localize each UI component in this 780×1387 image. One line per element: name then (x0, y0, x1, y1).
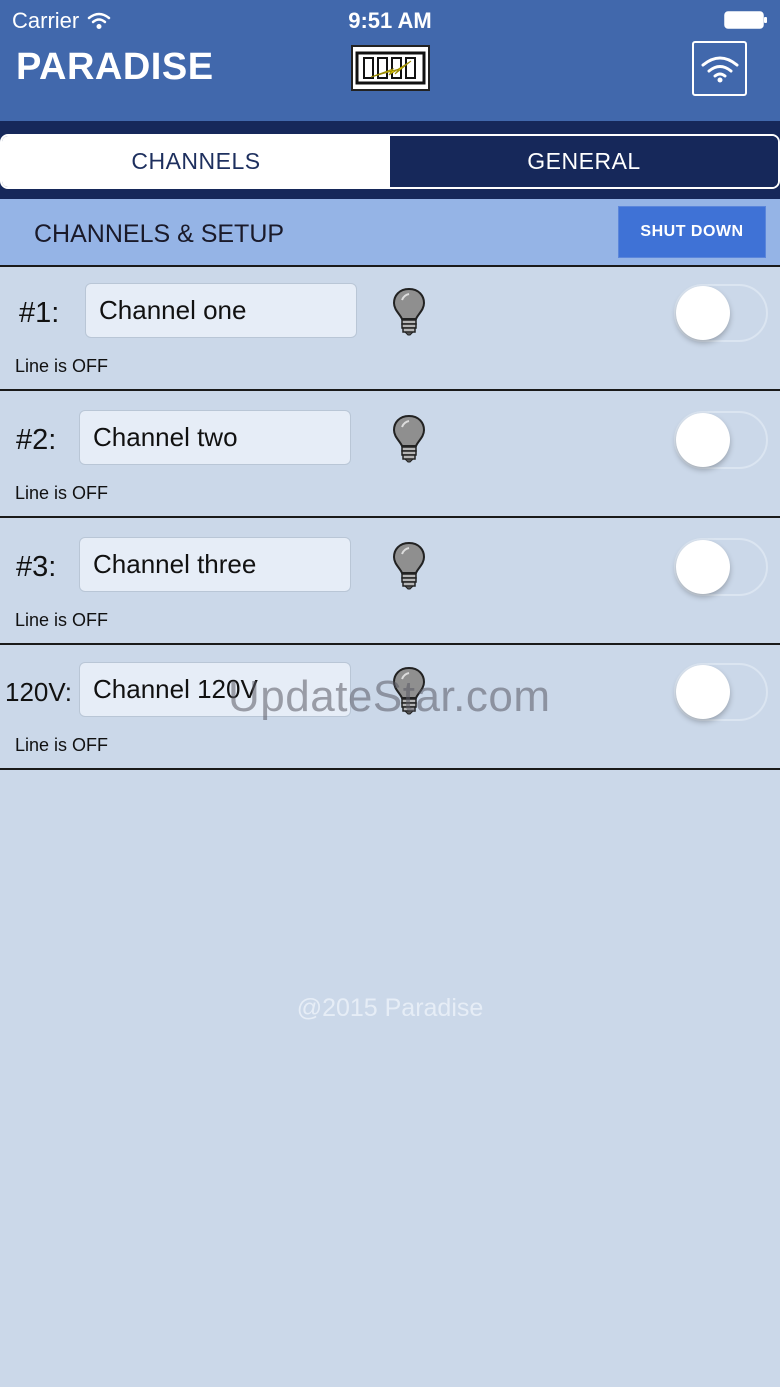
channel-toggle[interactable] (674, 538, 768, 596)
wifi-button[interactable] (692, 41, 747, 96)
channel-toggle[interactable] (674, 284, 768, 342)
toggle-knob (676, 286, 730, 340)
segmented-control: CHANNELS GENERAL (0, 134, 780, 189)
channel-number: 120V: (5, 677, 72, 707)
channel-number: #2: (16, 424, 57, 456)
bulb-icon (392, 287, 426, 336)
channel-row-2: #2: Channel two Line is OFF (0, 394, 780, 518)
channel-status: Line is OFF (15, 483, 109, 503)
bulb-icon (392, 414, 426, 463)
channel-toggle[interactable] (674, 411, 768, 469)
status-time: 9:51 AM (348, 8, 432, 33)
channel-number: #1: (19, 297, 60, 329)
channel-name-field[interactable]: Channel three (79, 537, 351, 592)
channel-toggle[interactable] (674, 663, 768, 721)
wifi-icon (701, 56, 738, 82)
channel-row-3: #3: Channel three Line is OFF (0, 521, 780, 645)
watermark: UpdateStar.com (228, 672, 551, 721)
toggle-knob (676, 540, 730, 594)
toggle-knob (676, 413, 730, 467)
shut-down-button[interactable]: SHUT DOWN (618, 206, 766, 258)
status-bar: Carrier 9:51 AM (0, 0, 780, 40)
tab-general[interactable]: GENERAL (390, 136, 778, 187)
channel-status: Line is OFF (15, 610, 109, 630)
channel-name-field[interactable]: Channel two (79, 410, 351, 465)
battery-icon (724, 11, 767, 29)
channel-name-field[interactable]: Channel one (85, 283, 357, 338)
channel-number: #3: (16, 551, 57, 583)
channel-status: Line is OFF (15, 356, 109, 376)
channel-row-1: #1: Channel one Line is OFF (0, 267, 780, 391)
tab-channels[interactable]: CHANNELS (2, 136, 390, 187)
channel-status: Line is OFF (15, 735, 109, 755)
bulb-icon (392, 541, 426, 590)
app-title: PARADISE (16, 46, 214, 88)
section-title: CHANNELS & SETUP (34, 220, 285, 248)
toggle-knob (676, 665, 730, 719)
section-header: CHANNELS & SETUP SHUT DOWN (0, 199, 780, 267)
copyright-footer: @2015 Paradise (296, 994, 484, 1022)
logo-icon (351, 45, 430, 91)
app-header: Carrier 9:51 AM PARADISE (0, 0, 780, 121)
